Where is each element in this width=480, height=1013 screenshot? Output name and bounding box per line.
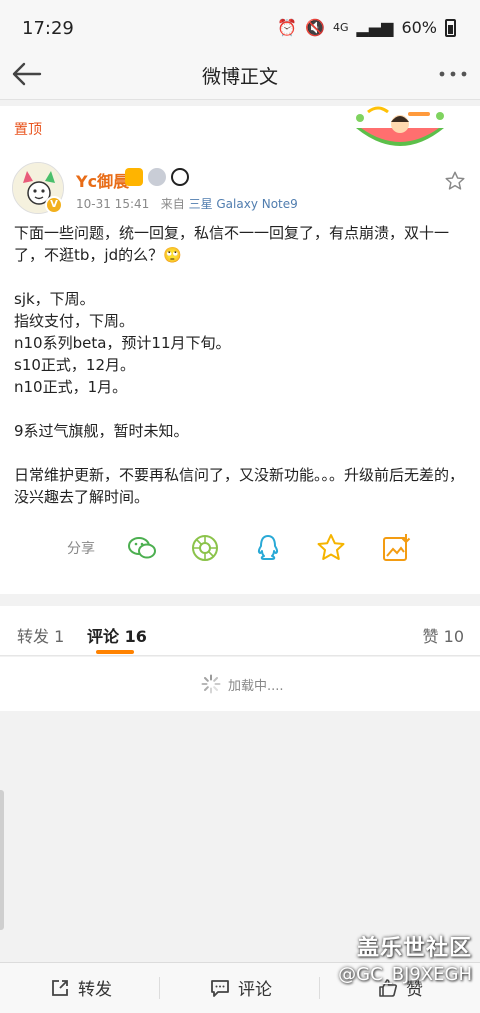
nav-bar: 微博正文	[0, 48, 480, 100]
verified-badge-icon: V	[45, 196, 63, 214]
repost-button[interactable]: 转发	[50, 975, 112, 1000]
moments-icon[interactable]	[189, 532, 221, 564]
vip-badge-icon[interactable]	[125, 168, 143, 186]
qzone-star-icon[interactable]	[315, 532, 347, 564]
wechat-icon[interactable]	[126, 532, 158, 564]
divider	[319, 977, 320, 999]
watermark: 盖乐世社区 @GC_BJ9XEGH	[338, 930, 472, 985]
tab-comment[interactable]: 评论 16	[87, 623, 147, 647]
watermark-site: 盖乐世社区	[356, 936, 472, 961]
share-label: 分享	[67, 541, 95, 557]
medal-badge-icon[interactable]	[148, 168, 166, 186]
watermark-user: @GC_BJ9XEGH	[338, 964, 472, 985]
alarm-icon: ⏰	[277, 18, 298, 37]
favorite-star-icon[interactable]	[444, 170, 466, 192]
post-content: 下面一些问题，统一回复，私信不一一回复了，有点崩溃，双十一了，不逛tb，jd的么…	[14, 224, 465, 506]
tab-repost[interactable]: 转发 1	[17, 623, 64, 647]
comment-button[interactable]: 评论	[210, 975, 272, 1000]
post-source[interactable]: 三星 Galaxy Note9	[189, 197, 298, 211]
edge-panel-handle[interactable]	[0, 790, 4, 930]
status-icons: ⏰ 🔇 4G ▂▄▆ 60%	[277, 18, 456, 37]
status-time: 17:29	[22, 18, 74, 39]
battery-icon	[445, 18, 456, 37]
post-card: 置顶 V Yc御晨 10-31 15:41 来自 三星 Galaxy Note9	[0, 106, 480, 594]
share-row: 分享	[0, 530, 480, 566]
mute-icon: 🔇	[305, 18, 325, 37]
more-icon[interactable]	[438, 64, 468, 84]
loading-bar: 加载中....	[0, 657, 480, 711]
network-type: 4G	[332, 21, 349, 34]
post-time: 10-31 15:41	[76, 197, 150, 211]
username[interactable]: Yc御晨	[76, 168, 129, 192]
repost-icon	[52, 979, 68, 996]
source-prefix: 来自	[160, 197, 185, 211]
qq-icon[interactable]	[252, 532, 284, 564]
status-bar: 17:29 ⏰ 🔇 4G ▂▄▆ 60%	[0, 0, 480, 48]
page-title: 微博正文	[201, 66, 278, 88]
tab-like[interactable]: 赞 10	[423, 623, 464, 647]
divider	[159, 977, 160, 999]
loading-text: 加载中....	[228, 679, 284, 694]
comment-tabs: 转发 1 评论 16 赞 10	[0, 606, 480, 656]
panda-badge-icon[interactable]	[171, 168, 189, 186]
save-image-icon[interactable]	[380, 532, 412, 564]
comment-icon	[211, 979, 229, 997]
battery-percent: 60%	[401, 18, 437, 37]
comment-label: 评论	[238, 980, 272, 1000]
signal-icon: ▂▄▆	[356, 18, 394, 37]
user-badges	[125, 168, 189, 186]
pinned-label: 置顶	[14, 122, 42, 138]
watermelon-decoration-icon	[356, 106, 444, 146]
repost-label: 转发	[78, 980, 112, 1000]
active-tab-indicator	[96, 650, 134, 654]
post-meta: 10-31 15:41 来自 三星 Galaxy Note9	[76, 195, 298, 212]
loading-spinner-icon	[201, 674, 221, 694]
